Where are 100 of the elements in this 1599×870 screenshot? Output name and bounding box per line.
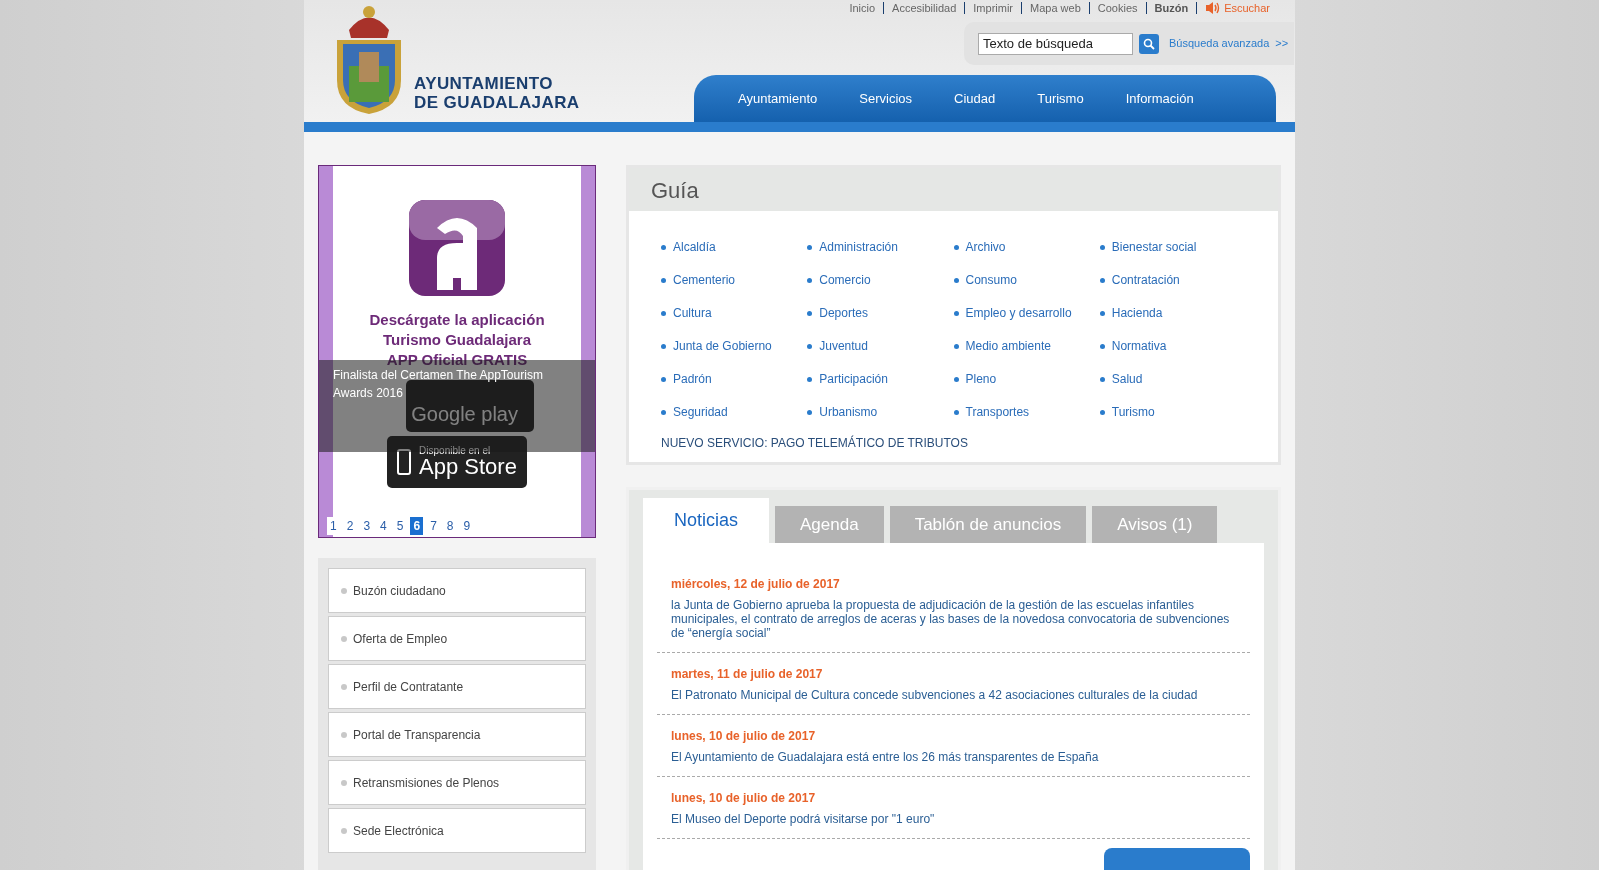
- bullet-icon: [1099, 343, 1105, 349]
- bullet-icon: [807, 409, 813, 415]
- guide-link[interactable]: Padrón: [673, 370, 712, 388]
- guide-link[interactable]: Consumo: [965, 271, 1017, 289]
- news-link[interactable]: El Patronato Municipal de Cultura concede subvenciones a 42 asociaciones culturales de la ciudad: [671, 688, 1236, 702]
- bullet-icon: [1099, 310, 1105, 316]
- news-tab[interactable]: Noticias: [643, 498, 770, 543]
- guide-link[interactable]: Junta de Gobierno: [673, 337, 772, 355]
- page-link[interactable]: 6: [410, 517, 424, 535]
- news-link[interactable]: la Junta de Gobierno aprueba la propuesta de adjudicación de la gestión de las escuelas infantiles municipales, el contrato de arreglos de aceras y las bases de la novedosa convocatoria de subvenciones de “energía social”: [671, 598, 1236, 640]
- bullet-icon: [1099, 376, 1105, 382]
- top-link[interactable]: Inicio: [849, 0, 876, 17]
- advanced-search-link[interactable]: Búsqueda avanzada: [1169, 35, 1270, 52]
- badge-title: App Store: [419, 456, 517, 478]
- top-link[interactable]: Accesibilidad: [892, 0, 957, 17]
- bullet-icon: [807, 277, 813, 283]
- bullet-icon: [1099, 409, 1105, 415]
- quick-link[interactable]: Perfil de Contratante: [328, 664, 586, 709]
- guide-link[interactable]: Archivo: [965, 238, 1006, 256]
- bullet-icon: [341, 731, 347, 738]
- bullet-icon: [661, 277, 666, 283]
- nav-link[interactable]: Servicios: [838, 89, 933, 109]
- guide-link[interactable]: Deportes: [819, 304, 868, 322]
- speaker-icon: [1205, 1, 1222, 16]
- bullet-icon: [1099, 277, 1105, 283]
- double-arrow-glyph: >>: [1275, 36, 1289, 52]
- guide-link[interactable]: Normativa: [1111, 337, 1167, 355]
- bullet-icon: [341, 635, 347, 642]
- quick-link[interactable]: Retransmisiones de Plenos: [328, 760, 586, 805]
- bullet-icon: [953, 277, 959, 283]
- app-store-badge[interactable]: Disponible en el App Store: [387, 436, 527, 488]
- guide-link[interactable]: Juventud: [819, 337, 868, 355]
- bullet-icon: [341, 779, 347, 786]
- guide-link[interactable]: Cementerio: [673, 271, 736, 289]
- news-link[interactable]: El Museo del Deporte podrá visitarse por "1 euro": [671, 812, 1236, 826]
- notice-link[interactable]: NUEVO SERVICIO: PAGO TELEMÁTICO DE TRIBUTOS: [629, 422, 1278, 452]
- news-date: miércoles, 12 de julio de 2017: [671, 576, 841, 593]
- bullet-icon: [807, 343, 813, 349]
- logo-text: DE GUADALAJARA: [414, 93, 580, 112]
- guide-link[interactable]: Bienestar social: [1111, 238, 1197, 256]
- badge-caption: Disponible en el: [419, 446, 492, 456]
- bullet-icon: [807, 244, 813, 250]
- bullet-icon: [1099, 244, 1105, 250]
- banner-headline: Turismo Guadalajara: [382, 330, 532, 350]
- bullet-icon: [953, 244, 959, 250]
- guide-title: Guía: [651, 177, 699, 205]
- bullet-icon: [661, 409, 666, 415]
- bullet-icon: [661, 244, 666, 250]
- bullet-icon: [953, 343, 959, 349]
- search-icon: [1143, 37, 1155, 50]
- guide-link[interactable]: Hacienda: [1111, 304, 1163, 322]
- app-logo-icon: [407, 198, 507, 298]
- bullet-icon: [341, 827, 347, 834]
- bullet-icon: [661, 376, 666, 382]
- guide-link[interactable]: Salud: [1111, 370, 1143, 388]
- guide-link[interactable]: Seguridad: [673, 403, 728, 421]
- quick-link[interactable]: Buzón ciudadano: [328, 568, 586, 613]
- nav-link[interactable]: Información: [1104, 89, 1215, 109]
- page-link[interactable]: 1: [327, 517, 340, 535]
- bullet-icon: [953, 310, 959, 316]
- nav-link[interactable]: Ciudad: [933, 89, 1017, 109]
- guide-link[interactable]: Contratación: [1111, 271, 1180, 289]
- top-link[interactable]: Imprimir: [973, 0, 1013, 17]
- banner-headline: APP Oficial GRATIS: [386, 350, 528, 370]
- search-button[interactable]: [1139, 33, 1159, 54]
- news-date: lunes, 10 de julio de 2017: [671, 790, 817, 807]
- bullet-icon: [341, 683, 347, 690]
- phone-icon: [397, 449, 412, 475]
- quick-link[interactable]: Oferta de Empleo: [328, 616, 586, 661]
- search-field[interactable]: Texto de búsqueda: [978, 32, 1133, 55]
- quick-link[interactable]: Portal de Transparencia: [328, 712, 586, 757]
- guide-link[interactable]: Medio ambiente: [965, 337, 1051, 355]
- top-link[interactable]: Cookies: [1097, 0, 1138, 17]
- guide-link[interactable]: Turismo: [1111, 403, 1155, 421]
- news-link[interactable]: El Ayuntamiento de Guadalajara está entre los 26 más transparentes de España: [671, 750, 1236, 764]
- guide-link[interactable]: Urbanismo: [819, 403, 878, 421]
- bullet-icon: [953, 376, 959, 382]
- guide-link[interactable]: Participación: [819, 370, 888, 388]
- banner-headline: Descárgate la aplicación: [369, 310, 545, 330]
- bullet-icon: [341, 587, 347, 594]
- guide-link[interactable]: Administración: [819, 238, 898, 256]
- top-link[interactable]: Buzón: [1154, 0, 1189, 17]
- news-date: martes, 11 de julio de 2017: [671, 666, 824, 683]
- guide-link[interactable]: Pleno: [965, 370, 997, 388]
- bullet-icon: [807, 376, 813, 382]
- bullet-icon: [661, 310, 666, 316]
- news-date: lunes, 10 de julio de 2017: [671, 728, 817, 745]
- guide-link[interactable]: Empleo y desarrollo: [965, 304, 1072, 322]
- nav-link[interactable]: Turismo: [1016, 89, 1105, 109]
- bullet-icon: [953, 409, 959, 415]
- guide-link[interactable]: Comercio: [819, 271, 871, 289]
- guide-link[interactable]: Alcaldía: [673, 238, 716, 256]
- top-link[interactable]: Mapa web: [1030, 0, 1081, 17]
- guide-link[interactable]: Transportes: [965, 403, 1030, 421]
- quick-link[interactable]: Sede Electrónica: [328, 808, 586, 853]
- guide-link[interactable]: Cultura: [673, 304, 712, 322]
- bullet-icon: [661, 343, 666, 349]
- logo-text: AYUNTAMIENTO: [414, 74, 554, 93]
- nav-link[interactable]: Ayuntamiento: [717, 89, 839, 109]
- bullet-icon: [807, 310, 813, 316]
